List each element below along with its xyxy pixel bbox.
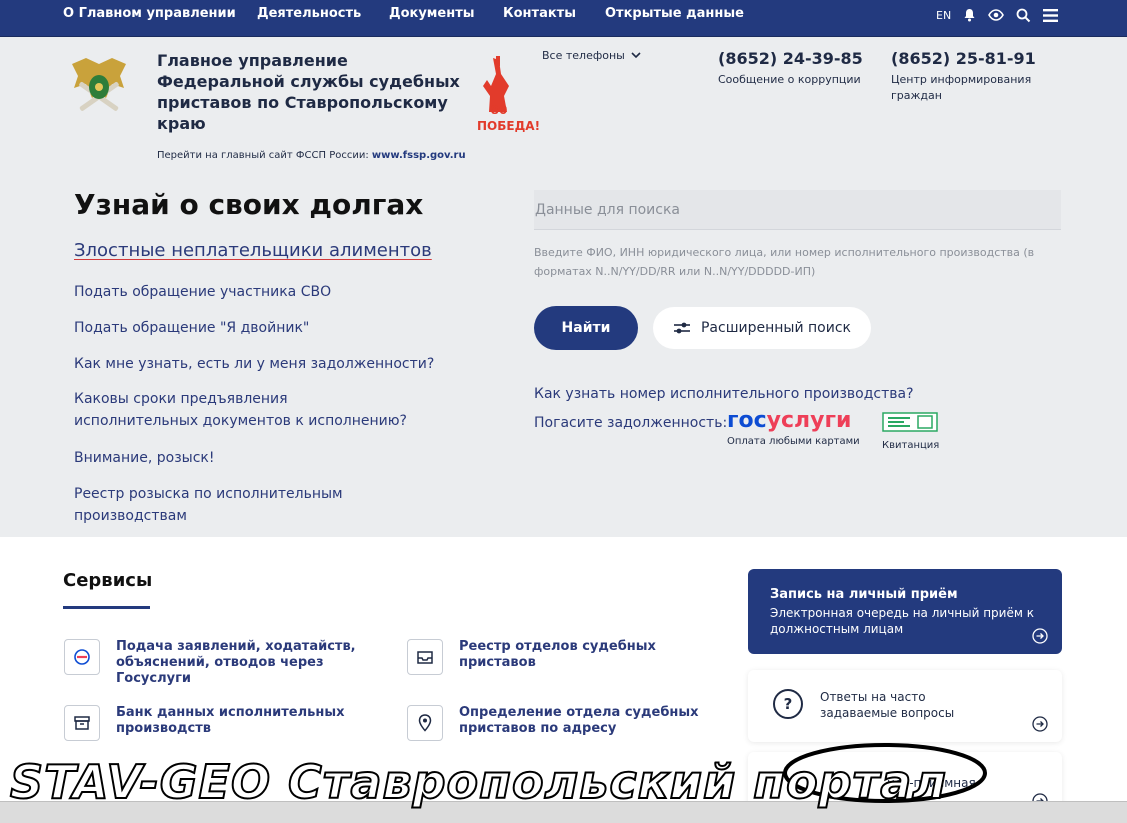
pay-debt-label: Погасите задолженность: <box>534 415 728 431</box>
phone-corruption: (8652) 24-39-85 Сообщение о коррупции <box>718 49 863 88</box>
all-phones-dropdown[interactable]: Все телефоны <box>542 49 641 62</box>
hero-title: Узнай о своих долгах <box>74 188 424 221</box>
link-svo-appeal[interactable]: Подать обращение участника СВО <box>74 281 331 303</box>
phone-corruption-number[interactable]: (8652) 24-39-85 <box>718 49 863 68</box>
fssp-link-text: Перейти на главный сайт ФССП России: <box>157 150 369 161</box>
receipt-icon <box>882 412 938 432</box>
faq-card[interactable]: ? Ответы на часто задаваемые вопросы <box>748 670 1062 742</box>
link-wanted-registry[interactable]: Реестр розыска по исполнительным произво… <box>74 483 454 527</box>
victory-80-badge[interactable]: 80 ПОБЕДА! <box>477 56 541 140</box>
malicious-debtors-link[interactable]: Злостные неплательщики алиментов <box>74 240 432 261</box>
search-hint: Введите ФИО, ИНН юридического лица, или … <box>534 246 1035 278</box>
link-check-debts[interactable]: Как мне узнать, есть ли у меня задолженн… <box>74 353 434 375</box>
phone-info-number[interactable]: (8652) 25-81-91 <box>891 49 1041 68</box>
gosuslugi-caption: Оплата любыми картами <box>727 436 860 447</box>
all-phones-label: Все телефоны <box>542 49 625 62</box>
service-departments-registry[interactable]: Реестр отделов судебных приставов <box>407 639 729 675</box>
receipt-caption: Квитанция <box>882 440 940 451</box>
services-underline <box>63 606 150 609</box>
appointment-description: Электронная очередь на личный приём к до… <box>770 606 1034 636</box>
service-label: Реестр отделов судебных приставов <box>459 639 656 670</box>
search-input[interactable] <box>534 190 1061 230</box>
gosuslugi-payment[interactable]: госуслуги Оплата любыми картами <box>727 408 867 447</box>
phone-corruption-caption: Сообщение о коррупции <box>718 73 861 86</box>
fssp-main-site-link[interactable]: Перейти на главный сайт ФССП России: www… <box>157 150 466 161</box>
victory-badge-text: 80 ПОБЕДА! <box>477 103 541 133</box>
menu-icon[interactable] <box>1041 6 1059 24</box>
top-navigation: О Главном управлении Деятельность Докуме… <box>0 0 1127 37</box>
advanced-search-label: Расширенный поиск <box>700 320 851 336</box>
bottom-strip <box>0 801 1127 823</box>
nav-open-data[interactable]: Открытые данные <box>605 6 744 21</box>
arrow-right-icon <box>1032 716 1048 732</box>
inbox-icon <box>407 639 443 675</box>
link-wanted[interactable]: Внимание, розыск! <box>74 447 214 469</box>
services-title: Сервисы <box>63 570 153 591</box>
question-icon: ? <box>773 689 803 719</box>
gosuslugi-icon <box>64 639 100 675</box>
fssp-link-url[interactable]: www.fssp.gov.ru <box>372 150 466 161</box>
service-data-bank[interactable]: Банк данных исполнительных производств <box>64 705 386 741</box>
service-label: Определение отдела судебных приставов по… <box>459 705 699 736</box>
find-button[interactable]: Найти <box>534 306 638 350</box>
phone-info-caption: Центр информирования граждан <box>891 73 1032 102</box>
receipt-payment[interactable]: Квитанция <box>882 412 939 451</box>
fssp-emblem-icon[interactable] <box>66 54 132 120</box>
nav-activity[interactable]: Деятельность <box>257 6 361 21</box>
link-document-terms[interactable]: Каковы сроки предъявления исполнительных… <box>74 388 414 432</box>
faq-label: Ответы на часто задаваемые вопросы <box>820 690 955 720</box>
arrow-right-icon <box>1032 628 1048 644</box>
how-to-know-number-link[interactable]: Как узнать номер исполнительного произво… <box>534 386 914 402</box>
link-double-appeal[interactable]: Подать обращение "Я двойник" <box>74 317 309 339</box>
service-label: Банк данных исполнительных производств <box>116 705 345 736</box>
language-switch[interactable]: EN <box>936 9 951 22</box>
service-label: Подача заявлений, ходатайств, объяснений… <box>116 639 356 686</box>
chevron-down-icon <box>631 52 641 59</box>
appointment-title: Запись на личный приём <box>770 587 958 602</box>
gosuslugi-logo: госуслуги <box>727 408 852 433</box>
archive-icon <box>64 705 100 741</box>
location-pin-icon <box>407 705 443 741</box>
organization-name: Главное управление Федеральной службы су… <box>157 51 460 133</box>
eye-icon[interactable] <box>987 6 1005 24</box>
advanced-search-button[interactable]: Расширенный поиск <box>653 307 871 349</box>
nav-contacts[interactable]: Контакты <box>503 6 576 21</box>
appointment-card[interactable]: Запись на личный приём Электронная очере… <box>748 569 1062 654</box>
service-gosuslugi-applications[interactable]: Подача заявлений, ходатайств, объяснений… <box>64 639 386 687</box>
nav-about[interactable]: О Главном управлении <box>63 6 236 21</box>
sliders-icon <box>673 322 690 334</box>
nav-documents[interactable]: Документы <box>389 6 475 21</box>
bell-icon[interactable] <box>960 6 978 24</box>
internet-reception-label: нет-приёмная <box>887 776 976 790</box>
phone-info-center: (8652) 25-81-91 Центр информирования гра… <box>891 49 1041 104</box>
service-department-by-address[interactable]: Определение отдела судебных приставов по… <box>407 705 729 741</box>
search-icon[interactable] <box>1014 6 1032 24</box>
nav-tools: EN <box>936 6 1068 24</box>
